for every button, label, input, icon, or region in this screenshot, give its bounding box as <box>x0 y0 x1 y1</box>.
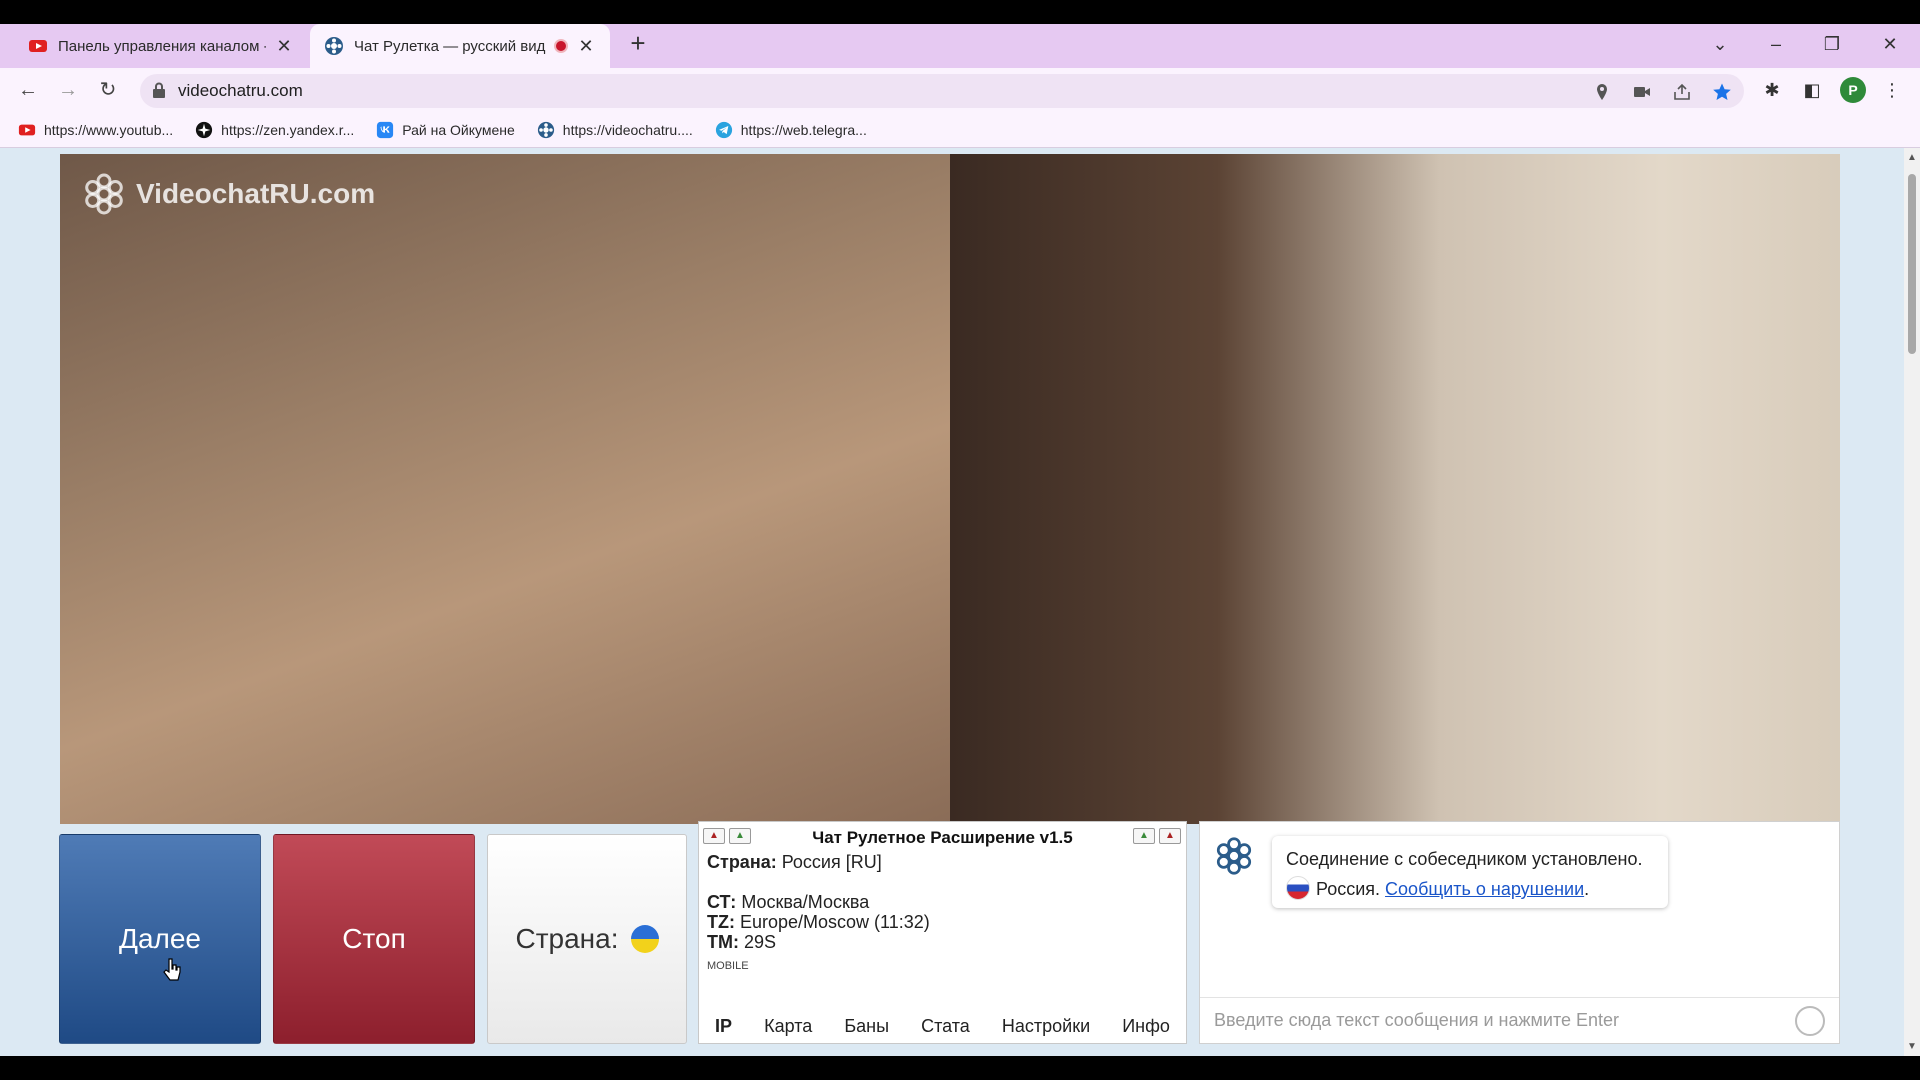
connection-message: Соединение с собеседником установлено. <box>1286 849 1643 869</box>
tab-info[interactable]: Инфо <box>1122 1016 1170 1037</box>
vk-icon <box>377 121 394 138</box>
menu-icon[interactable]: ⋮ <box>1880 78 1904 102</box>
bookmark-label: Рай на Ойкумене <box>402 121 515 138</box>
bookmark-videochat[interactable]: https://videochatru.... <box>537 121 693 139</box>
page-content: VideochatRU.com Далее Стоп Страна: ▲ ▲ Ч… <box>0 148 1904 1056</box>
location-icon[interactable] <box>1592 82 1612 102</box>
partner-country: Россия. <box>1316 879 1381 899</box>
tab-youtube-studio[interactable]: Панель управления каналом - Y ✕ <box>14 24 308 68</box>
russia-flag-icon <box>1286 876 1310 900</box>
address-bar[interactable]: videochatru.com <box>140 74 1744 108</box>
restore-button[interactable]: ❐ <box>1812 24 1852 64</box>
camera-icon[interactable] <box>1632 82 1652 102</box>
tab-videochat[interactable]: Чат Рулетка — русский вид ✕ <box>310 24 610 68</box>
tm-label: TM: <box>707 932 739 952</box>
next-button[interactable]: Далее <box>59 834 261 1044</box>
tab-stats[interactable]: Стата <box>921 1016 970 1037</box>
remote-video <box>950 154 1840 824</box>
zen-icon <box>196 121 213 138</box>
bookmark-star-icon[interactable] <box>1712 82 1732 102</box>
bookmark-youtube[interactable]: https://www.youtub... <box>18 121 173 139</box>
report-period: . <box>1584 879 1590 899</box>
bookmark-vk[interactable]: Рай на Ойкумене <box>376 121 515 139</box>
browser-toolbar: ← → ↻ videochatru.com ✱ ◧ ⋮ <box>0 68 1920 112</box>
tz-value: Europe/Moscow (11:32) <box>734 912 930 932</box>
url-text: videochatru.com <box>178 81 303 100</box>
bookmark-label: https://videochatru.... <box>562 121 693 138</box>
back-button[interactable]: ← <box>14 76 42 104</box>
country-select-button[interactable]: Страна: <box>487 834 687 1044</box>
close-icon[interactable]: ✕ <box>576 36 596 56</box>
bookmark-telegram[interactable]: https://web.telegra... <box>715 121 867 139</box>
chat-input-placeholder: Введите сюда текст сообщения и нажмите E… <box>1214 1010 1620 1030</box>
telegram-icon <box>715 121 732 138</box>
bookmark-label: https://www.youtub... <box>44 121 174 138</box>
logo-icon <box>85 173 123 215</box>
local-video: VideochatRU.com <box>60 154 950 824</box>
tab-map[interactable]: Карта <box>764 1016 812 1037</box>
ukraine-flag-icon <box>630 925 659 953</box>
emoji-icon[interactable] <box>1795 1006 1825 1036</box>
extension-tabs: IP Карта Баны Стата Настройки Инфо <box>699 1016 1186 1037</box>
recording-icon <box>554 39 568 53</box>
chat-panel: Соединение с собеседником установлено. Р… <box>1199 821 1840 1044</box>
tm-value: 29S <box>738 932 777 952</box>
close-icon[interactable]: ✕ <box>274 36 294 56</box>
pin-icon[interactable]: ▲ <box>1133 828 1155 844</box>
scrollbar-thumb[interactable] <box>1908 174 1916 354</box>
system-message: Соединение с собеседником установлено. Р… <box>1272 836 1668 908</box>
tab-settings[interactable]: Настройки <box>1002 1016 1090 1037</box>
tab-search-icon[interactable]: ⌄ <box>1700 24 1740 64</box>
hide-icon[interactable]: ▲ <box>1159 828 1181 844</box>
stop-button[interactable]: Стоп <box>273 834 475 1044</box>
youtube-icon <box>18 124 36 135</box>
chat-bot-icon <box>1216 837 1252 875</box>
country-value: Россия [RU] <box>776 852 882 872</box>
extension-info: Страна: Россия [RU] СТ: Москва/Москва TZ… <box>707 852 930 976</box>
tab-strip: Панель управления каналом - Y ✕ Чат Руле… <box>0 24 1920 68</box>
screen: Панель управления каналом - Y ✕ Чат Руле… <box>0 0 1920 1080</box>
bookmark-label: https://web.telegra... <box>740 121 867 138</box>
country-label: Страна: <box>707 852 777 872</box>
forward-button[interactable]: → <box>54 76 82 104</box>
new-tab-button[interactable]: + <box>624 30 652 58</box>
city-label: СТ: <box>707 892 737 912</box>
youtube-icon <box>29 40 47 52</box>
city-value: Москва/Москва <box>736 892 870 912</box>
bookmark-label: https://zen.yandex.r... <box>221 121 355 138</box>
tab-ip[interactable]: IP <box>715 1016 732 1037</box>
report-link[interactable]: Сообщить о нарушении <box>1385 879 1584 899</box>
tab-bans[interactable]: Баны <box>844 1016 889 1037</box>
videochat-icon <box>537 121 554 138</box>
tab-title: Чат Рулетка — русский вид <box>354 37 546 55</box>
lock-icon <box>153 82 165 98</box>
close-window-button[interactable]: ✕ <box>1870 24 1910 64</box>
reload-button[interactable]: ↻ <box>94 76 122 104</box>
scroll-up-icon[interactable]: ▲ <box>1907 152 1917 163</box>
next-button-label: Далее <box>118 923 202 954</box>
page-scrollbar[interactable]: ▲ ▼ <box>1904 148 1920 1056</box>
tz-label: TZ: <box>707 912 735 932</box>
bookmarks-bar: https://www.youtub... https://zen.yandex… <box>0 112 1920 148</box>
videochat-icon <box>325 37 343 55</box>
bookmark-zen[interactable]: https://zen.yandex.r... <box>195 121 354 139</box>
extensions-icon[interactable]: ✱ <box>1760 78 1784 102</box>
logo-text: VideochatRU.com <box>136 178 376 209</box>
share-icon[interactable] <box>1672 82 1692 102</box>
tab-title: Панель управления каналом - Y <box>58 37 266 55</box>
mouse-cursor-icon <box>163 958 181 981</box>
country-button-label: Страна: <box>515 923 619 954</box>
profile-avatar[interactable]: P <box>1840 77 1866 103</box>
stop-button-label: Стоп <box>342 923 406 954</box>
side-panel-icon[interactable]: ◧ <box>1800 78 1824 102</box>
device-type: MOBILE <box>707 960 749 972</box>
minimize-button[interactable]: – <box>1756 24 1796 64</box>
extension-title: Чат Рулетное Расширение v1.5 <box>812 828 1073 847</box>
chat-input[interactable]: Введите сюда текст сообщения и нажмите E… <box>1200 997 1839 1043</box>
site-logo: VideochatRU.com <box>82 172 375 216</box>
scroll-down-icon[interactable]: ▼ <box>1907 1041 1917 1052</box>
extension-panel: ▲ ▲ Чат Рулетное Расширение v1.5 ▲ ▲ Стр… <box>698 821 1187 1044</box>
